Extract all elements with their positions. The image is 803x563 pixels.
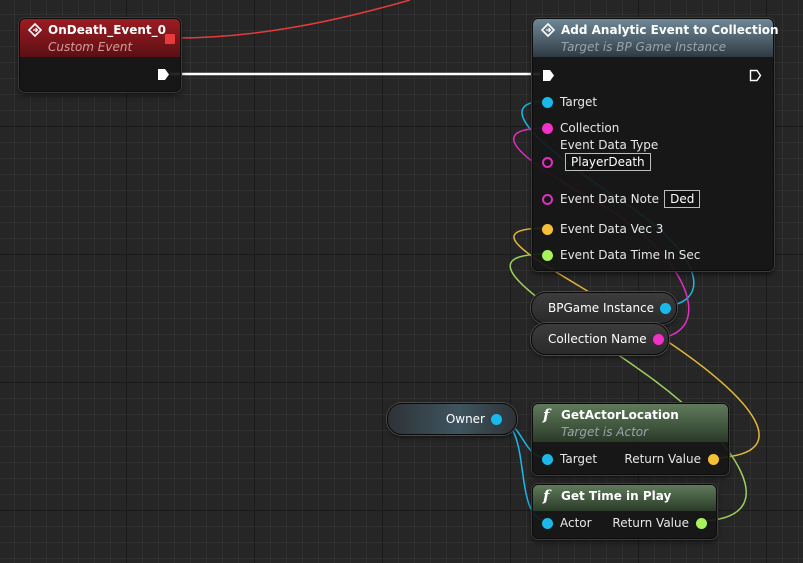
pin-row-event-data-vec3[interactable]: Event Data Vec 3 <box>542 220 663 238</box>
event-node-subtitle: Custom Event <box>48 40 133 54</box>
pin-row-collection[interactable]: Collection <box>542 119 619 137</box>
gal-return-label: Return Value <box>624 452 701 466</box>
collection-pin[interactable] <box>542 122 553 134</box>
function-f-icon: f <box>543 487 550 505</box>
event-node-title: OnDeath_Event_0 <box>48 23 167 37</box>
collection-name-label: Collection Name <box>548 332 647 346</box>
get-actor-location-header[interactable]: f GetActorLocation Target is Actor <box>533 404 728 442</box>
get-time-in-play-node[interactable]: f Get Time in Play Actor Return Value <box>532 484 717 539</box>
gtp-return-pin[interactable] <box>696 517 707 529</box>
get-actor-location-title: GetActorLocation <box>561 408 679 422</box>
exec-in-pin[interactable] <box>542 69 555 82</box>
bp-game-instance-label: BPGame Instance <box>548 301 655 315</box>
blueprint-graph-canvas[interactable]: OnDeath_Event_0 Custom Event Add Analyti… <box>0 0 803 563</box>
event-data-vec3-label: Event Data Vec 3 <box>560 222 664 236</box>
bp-game-instance-pin[interactable] <box>660 302 672 314</box>
target-pin[interactable] <box>542 96 553 108</box>
owner-variable[interactable]: Owner <box>387 403 517 435</box>
gtp-actor-row[interactable]: Actor <box>542 514 592 532</box>
gal-return-row[interactable]: Return Value <box>624 450 719 468</box>
gtp-actor-pin[interactable] <box>542 517 553 529</box>
gtp-actor-label: Actor <box>560 516 592 530</box>
bp-game-instance-variable[interactable]: BPGame Instance <box>531 292 677 324</box>
function-diamond-icon <box>541 23 555 37</box>
get-time-in-play-header[interactable]: f Get Time in Play <box>533 485 716 511</box>
pin-row-event-data-time[interactable]: Event Data Time In Sec <box>542 246 700 264</box>
analytic-node-title: Add Analytic Event to Collection <box>561 23 779 37</box>
custom-event-node[interactable]: OnDeath_Event_0 Custom Event <box>19 18 181 92</box>
event-data-note-label: Event Data Note <box>560 192 660 206</box>
gal-target-row[interactable]: Target <box>542 450 597 468</box>
gal-return-pin[interactable] <box>708 453 719 465</box>
get-actor-location-node[interactable]: f GetActorLocation Target is Actor Targe… <box>532 403 729 475</box>
gal-target-label: Target <box>560 452 598 466</box>
event-data-time-pin[interactable] <box>542 249 553 261</box>
event-data-note-value[interactable]: Ded <box>664 190 701 208</box>
delegate-wire[interactable] <box>174 0 411 39</box>
event-diamond-icon <box>28 23 42 37</box>
event-data-time-label: Event Data Time In Sec <box>560 248 701 262</box>
event-data-type-pin[interactable] <box>542 156 553 168</box>
owner-label: Owner <box>445 412 485 426</box>
gal-target-pin[interactable] <box>542 453 553 465</box>
delegate-pin[interactable] <box>165 34 175 44</box>
pin-row-event-data-note[interactable]: Event Data Note Ded <box>542 190 701 208</box>
function-f-icon: f <box>543 406 550 424</box>
add-analytic-event-node[interactable]: Add Analytic Event to Collection Target … <box>532 18 779 271</box>
target-pin-label: Target <box>560 95 598 109</box>
event-data-type-label: Event Data Type <box>560 137 659 152</box>
event-data-vec3-pin[interactable] <box>542 223 553 235</box>
gtp-return-row[interactable]: Return Value <box>612 514 707 532</box>
pin-row-event-data-type[interactable]: Event Data Type PlayerDeath <box>542 138 658 171</box>
get-actor-location-subtitle: Target is Actor <box>561 425 649 439</box>
event-data-note-pin[interactable] <box>542 193 553 205</box>
collection-name-variable[interactable]: Collection Name <box>531 323 669 355</box>
exec-out-pin[interactable] <box>157 68 170 81</box>
collection-name-pin[interactable] <box>652 333 664 345</box>
exec-then-pin[interactable] <box>749 69 762 82</box>
event-node-header[interactable]: OnDeath_Event_0 Custom Event <box>20 19 180 57</box>
owner-pin[interactable] <box>491 413 502 425</box>
gtp-return-label: Return Value <box>612 516 689 530</box>
pin-row-target[interactable]: Target <box>542 93 597 111</box>
analytic-node-header[interactable]: Add Analytic Event to Collection Target … <box>533 19 779 57</box>
analytic-node-subtitle: Target is BP Game Instance <box>561 40 727 54</box>
event-data-type-value[interactable]: PlayerDeath <box>565 152 651 171</box>
collection-pin-label: Collection <box>560 121 620 135</box>
get-time-in-play-title: Get Time in Play <box>561 489 672 503</box>
